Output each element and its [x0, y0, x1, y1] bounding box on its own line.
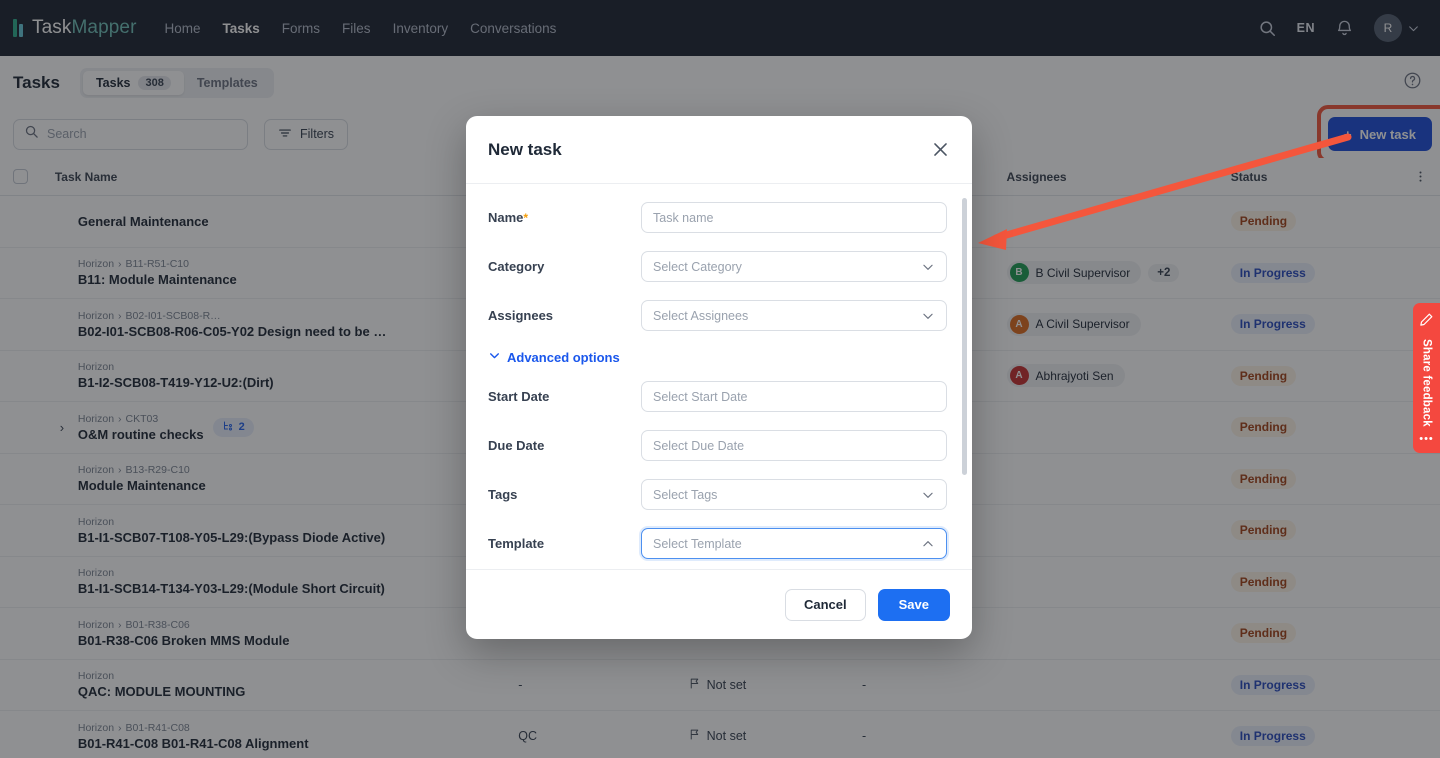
field-row-tags: Tags Select Tags [488, 479, 950, 510]
assignees-select[interactable]: Select Assignees [641, 300, 947, 331]
chevron-down-icon [921, 309, 935, 323]
label-name: Name* [488, 210, 529, 225]
chevron-down-icon [921, 260, 935, 274]
category-select-placeholder: Select Category [653, 259, 742, 274]
tags-select[interactable]: Select Tags [641, 479, 947, 510]
advanced-options-label: Advanced options [507, 349, 620, 365]
cancel-button[interactable]: Cancel [784, 588, 866, 621]
modal-body: Name* Task name Category Select Category… [466, 184, 972, 569]
category-select[interactable]: Select Category [641, 251, 947, 282]
template-select-placeholder: Select Template [653, 536, 742, 551]
modal-scrollbar-thumb[interactable] [962, 198, 967, 475]
field-row-name: Name* Task name [488, 202, 950, 233]
required-marker: * [523, 211, 529, 225]
pencil-icon [1419, 312, 1434, 332]
chevron-down-icon [488, 349, 501, 365]
assignees-select-placeholder: Select Assignees [653, 308, 749, 323]
advanced-options-toggle[interactable]: Advanced options [488, 349, 950, 365]
share-feedback-label: Share feedback [1420, 338, 1433, 427]
more-options-icon: ••• [1419, 432, 1434, 445]
new-task-modal: New task Name* Task name Category Select… [466, 116, 972, 639]
field-row-assignees: Assignees Select Assignees [488, 300, 950, 331]
start-date-input[interactable]: Select Start Date [641, 381, 947, 412]
field-row-start-date: Start Date Select Start Date [488, 381, 950, 412]
name-input[interactable]: Task name [641, 202, 947, 233]
modal-title: New task [488, 139, 562, 159]
chevron-up-icon [921, 537, 935, 551]
field-row-category: Category Select Category [488, 251, 950, 282]
tags-select-placeholder: Select Tags [653, 487, 718, 502]
label-assignees: Assignees [488, 308, 554, 323]
due-date-input[interactable]: Select Due Date [641, 430, 947, 461]
label-category: Category [488, 259, 545, 274]
modal-footer: Cancel Save [466, 569, 972, 639]
name-input-placeholder: Task name [653, 210, 714, 225]
field-row-due-date: Due Date Select Due Date [488, 430, 950, 461]
close-icon[interactable] [931, 140, 950, 159]
field-row-template: Template Select Template [488, 528, 950, 559]
share-feedback-tab[interactable]: Share feedback ••• [1413, 303, 1440, 453]
due-date-placeholder: Select Due Date [653, 438, 745, 453]
app-root: TaskMapper Home Tasks Forms Files Invent… [0, 0, 1440, 758]
chevron-down-icon [921, 488, 935, 502]
label-start-date: Start Date [488, 389, 550, 404]
template-select[interactable]: Select Template [641, 528, 947, 559]
label-template: Template [488, 536, 545, 551]
save-button[interactable]: Save [877, 588, 950, 621]
start-date-placeholder: Select Start Date [653, 389, 748, 404]
label-due-date: Due Date [488, 438, 545, 453]
label-tags: Tags [488, 487, 518, 502]
modal-header: New task [466, 116, 972, 184]
